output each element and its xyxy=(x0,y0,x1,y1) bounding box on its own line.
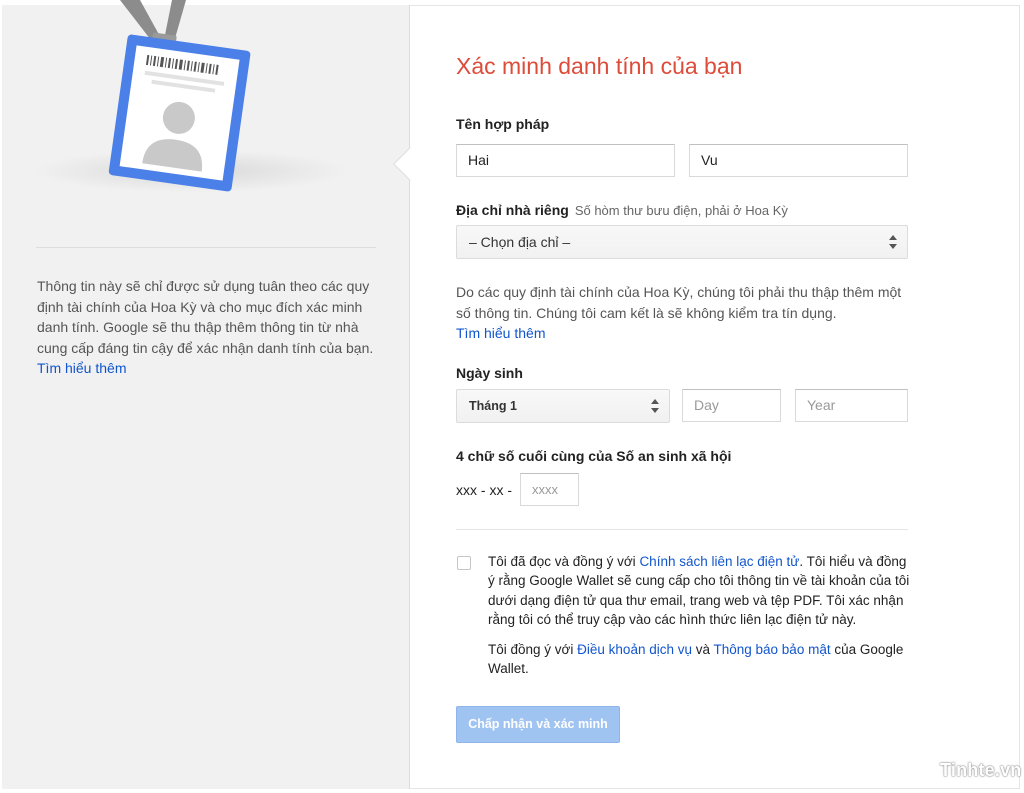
id-badge-icon xyxy=(108,0,251,192)
disclaimer-body: Do các quy định tài chính của Hoa Kỳ, ch… xyxy=(456,284,902,321)
consent-checkbox[interactable] xyxy=(457,556,471,570)
ssn-label: 4 chữ số cuối cùng của Số an sinh xã hội xyxy=(456,448,732,464)
address-label-text: Địa chỉ nhà riêng xyxy=(456,202,569,218)
section-divider xyxy=(456,529,908,530)
address-select[interactable]: – Chọn địa chỉ – xyxy=(456,225,908,259)
tos-part1: Tôi đồng ý với xyxy=(488,642,578,657)
tos-text: Tôi đồng ý với Điều khoản dịch vụ và Thô… xyxy=(488,640,912,679)
birthdate-label: Ngày sinh xyxy=(456,365,523,381)
e-comm-policy-link[interactable]: Chính sách liên lạc điện tử xyxy=(639,554,799,569)
address-label: Địa chỉ nhà riêng Số hòm thư bưu điện, ph… xyxy=(456,202,788,218)
tos-and: và xyxy=(691,642,714,657)
ssn-prefix: xxx - xx - xyxy=(456,482,512,498)
first-name-input[interactable]: Hai xyxy=(456,144,675,177)
birth-year-input[interactable]: Year xyxy=(795,389,908,422)
birth-month-value: Tháng 1 xyxy=(469,399,517,413)
terms-of-service-link[interactable]: Điều khoản dịch vụ xyxy=(577,642,692,657)
disclaimer-text: Do các quy định tài chính của Hoa Kỳ, ch… xyxy=(456,282,916,344)
privacy-notice-link[interactable]: Thông báo bảo mật xyxy=(714,642,831,657)
sidebar-divider xyxy=(36,247,376,248)
legal-name-label: Tên hợp pháp xyxy=(456,116,550,132)
page-title: Xác minh danh tính của bạn xyxy=(456,53,743,79)
accept-verify-button[interactable]: Chấp nhận và xác minh xyxy=(456,706,620,743)
sidebar-learn-more-link[interactable]: Tìm hiểu thêm xyxy=(37,360,126,376)
ssn-last4-input[interactable]: xxxx xyxy=(520,473,579,506)
consent-text: Tôi đã đọc và đồng ý với Chính sách liên… xyxy=(488,552,912,629)
birth-day-input[interactable]: Day xyxy=(682,389,781,422)
watermark: Tinhte.vn xyxy=(940,760,1022,780)
consent-part1: Tôi đã đọc và đồng ý với xyxy=(488,554,640,569)
address-hint: Số hòm thư bưu điện, phải ở Hoa Kỳ xyxy=(574,203,788,218)
last-name-input[interactable]: Vu xyxy=(689,144,908,177)
sidebar-info-body: Thông tin này sẽ chỉ được sử dụng tuân t… xyxy=(37,278,374,356)
sidebar-info-text: Thông tin này sẽ chỉ được sử dụng tuân t… xyxy=(37,276,377,379)
address-select-value: – Chọn địa chỉ – xyxy=(469,234,571,250)
disclaimer-learn-more-link[interactable]: Tìm hiểu thêm xyxy=(456,325,545,341)
select-arrows-icon xyxy=(889,235,897,249)
select-arrows-icon xyxy=(651,399,659,413)
birth-month-select[interactable]: Tháng 1 xyxy=(456,389,670,423)
